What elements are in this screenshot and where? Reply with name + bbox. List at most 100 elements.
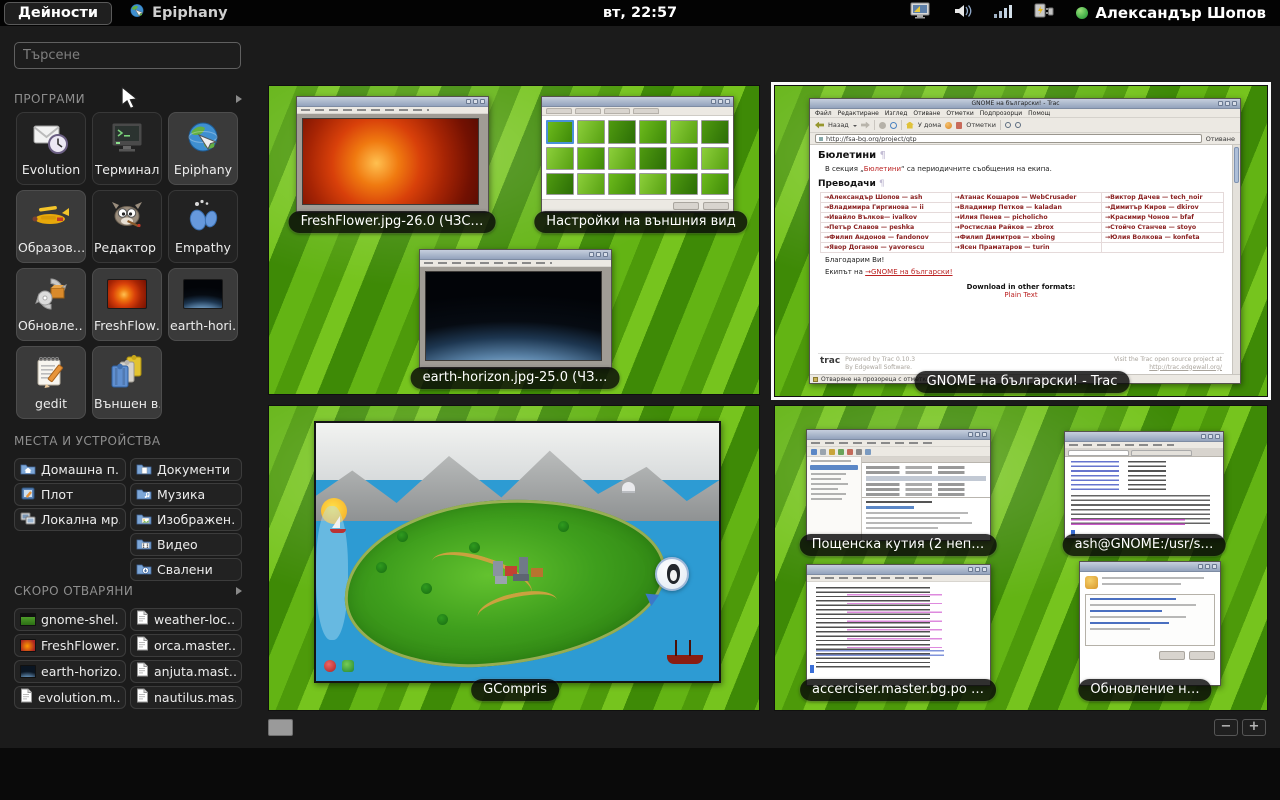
translator-cell[interactable]: →Стойчо Станчев — stoyo <box>1101 223 1223 233</box>
window-gimp-earth-horizon[interactable] <box>419 249 612 369</box>
plain-text-link[interactable]: Plain Text <box>818 291 1224 299</box>
translator-cell[interactable]: →Атанас Кошаров — WebCrusader <box>951 193 1101 203</box>
translator-cell[interactable]: →Александър Шопов — ash <box>821 193 952 203</box>
back-icon[interactable] <box>815 122 824 129</box>
history-icon[interactable] <box>945 122 952 129</box>
app-tile-freshflower[interactable]: FreshFlow… <box>92 268 162 341</box>
window-po-editor[interactable] <box>806 564 991 686</box>
translator-cell[interactable]: →Явор Доганов — yavorescu <box>821 243 952 253</box>
place-item-network[interactable]: Локална мр… <box>14 508 126 531</box>
place-item-videos[interactable]: Видео <box>130 533 242 556</box>
app-tile-terminal[interactable]: Терминал <box>92 112 162 185</box>
back-label[interactable]: Назад <box>828 121 849 129</box>
recent-item[interactable]: earth-horizo… <box>14 660 126 683</box>
window-gcompris[interactable] <box>314 421 721 683</box>
workspace-indicator[interactable] <box>268 719 293 736</box>
app-tile-updates[interactable]: Обновле… <box>16 268 86 341</box>
window-epiphany-trac[interactable]: GNOME на български! - Trac Файл Редактир… <box>809 98 1241 384</box>
network-signal-icon[interactable] <box>994 3 1012 23</box>
recent-item[interactable]: gnome-shel… <box>14 608 126 631</box>
scrollbar-thumb[interactable] <box>1234 147 1239 183</box>
translator-cell[interactable]: →Юлия Волкова — konfeta <box>1101 233 1223 243</box>
bookmarks-label[interactable]: Отметки <box>966 121 996 129</box>
bookmarks-icon[interactable] <box>956 122 962 129</box>
translator-cell[interactable]: →Илия Пенев — picholicho <box>951 213 1101 223</box>
place-item-downloads[interactable]: Свалени <box>130 558 242 581</box>
expand-arrow-icon[interactable] <box>236 95 242 103</box>
app-tile-gedit[interactable]: gedit <box>16 346 86 419</box>
recent-item[interactable]: anjuta.mast… <box>130 660 242 683</box>
app-tile-earth-horizon[interactable]: earth-hori… <box>168 268 238 341</box>
app-tile-evolution[interactable]: Evolution <box>16 112 86 185</box>
display-icon[interactable] <box>910 2 932 24</box>
place-item-pictures[interactable]: Изображен… <box>130 508 242 531</box>
translator-cell[interactable]: →Владимира Гиргинова — ii <box>821 203 952 213</box>
reload-icon[interactable] <box>890 122 897 129</box>
app-tile-epiphany[interactable]: Epiphany <box>168 112 238 185</box>
translator-cell[interactable]: →Ростислав Райков — zbrox <box>951 223 1101 233</box>
workspace-4[interactable]: Пощенска кутия (2 неп… ash@GNOME:/usr/s…… <box>774 405 1268 711</box>
recent-item[interactable]: nautilus.mas… <box>130 686 242 709</box>
app-tile-empathy[interactable]: Empathy <box>168 190 238 263</box>
translator-cell[interactable]: →Красимир Чонов — bfaf <box>1101 213 1223 223</box>
go-button[interactable]: Отиване <box>1206 135 1235 143</box>
zoom-out-icon[interactable] <box>1015 122 1021 128</box>
app-tile-gimp[interactable]: Редактор … <box>92 190 162 263</box>
translator-cell[interactable]: →Виктор Дачев — tech_noir <box>1101 193 1223 203</box>
place-item-music[interactable]: Музика <box>130 483 242 506</box>
zoom-in-icon[interactable] <box>1005 122 1011 128</box>
forward-icon[interactable] <box>861 122 870 129</box>
add-workspace-button[interactable]: + <box>1242 719 1266 736</box>
volume-icon[interactable] <box>953 2 973 24</box>
translator-cell[interactable]: →Владимир Петков — kaladan <box>951 203 1101 213</box>
user-menu[interactable]: Александър Шопов <box>1076 4 1266 22</box>
translator-cell[interactable]: →Филип Димитров — xboing <box>951 233 1101 243</box>
menu-tabs[interactable]: Подпрозорци <box>980 110 1022 117</box>
app-menu-button[interactable]: Epiphany <box>128 2 228 24</box>
workspace-2-active[interactable]: GNOME на български! - Trac Файл Редактир… <box>774 85 1268 397</box>
stop-icon[interactable] <box>879 122 886 129</box>
translator-cell[interactable] <box>1101 243 1223 253</box>
menu-bookmarks[interactable]: Отметки <box>946 110 973 117</box>
scrollbar[interactable] <box>1232 145 1240 374</box>
window-gimp-freshflower[interactable] <box>296 96 489 213</box>
place-item-desktop[interactable]: Плот <box>14 483 126 506</box>
menu-go[interactable]: Отиване <box>913 110 940 117</box>
window-evolution-mail[interactable] <box>806 429 991 541</box>
translator-cell[interactable]: →Ясен Праматаров — turin <box>951 243 1101 253</box>
back-dropdown-icon[interactable] <box>853 125 857 129</box>
search-input[interactable] <box>14 42 241 69</box>
menu-edit[interactable]: Редактиране <box>838 110 879 117</box>
window-terminal[interactable] <box>1064 431 1224 539</box>
home-label[interactable]: У дома <box>918 121 941 129</box>
recent-item[interactable]: FreshFlower… <box>14 634 126 657</box>
team-link[interactable]: →GNOME на български! <box>865 268 952 276</box>
tux-badge[interactable] <box>655 557 689 591</box>
recent-item[interactable]: evolution.m… <box>14 686 126 709</box>
workspace-3[interactable]: GCompris <box>268 405 760 711</box>
activities-button[interactable]: Дейности <box>4 2 112 25</box>
recent-item[interactable]: orca.master.… <box>130 634 242 657</box>
translator-cell[interactable]: →Петър Славов — peshka <box>821 223 952 233</box>
translator-cell[interactable]: →Димитър Киров — dkirov <box>1101 203 1223 213</box>
place-item-home[interactable]: Домашна п… <box>14 458 126 481</box>
recent-item[interactable]: weather-loc… <box>130 608 242 631</box>
menu-help[interactable]: Помощ <box>1028 110 1050 117</box>
translator-cell[interactable]: →Филип Андонов — fandonov <box>821 233 952 243</box>
place-item-documents[interactable]: Документи <box>130 458 242 481</box>
bulletins-link[interactable]: Бюлетини <box>864 165 901 173</box>
window-appearance-settings[interactable] <box>541 96 734 213</box>
url-input[interactable]: http://fsa-bg.org/project/gtp <box>815 134 1202 143</box>
remove-workspace-button[interactable]: − <box>1214 719 1238 736</box>
window-update-manager[interactable] <box>1079 561 1221 686</box>
menu-view[interactable]: Изглед <box>885 110 908 117</box>
edgewall-link[interactable]: http://trac.edgewall.org/ <box>1149 364 1222 371</box>
translator-cell[interactable]: →Ивайло Вълков— ivalkov <box>821 213 952 223</box>
home-icon[interactable] <box>906 122 914 129</box>
app-tile-gcompris[interactable]: Образов… <box>16 190 86 263</box>
workspace-1[interactable]: FreshFlower.jpg-26.0 (ЧЗС… Настройки на … <box>268 85 760 395</box>
app-tile-appearance[interactable]: Външен в… <box>92 346 162 419</box>
expand-arrow-icon[interactable] <box>236 587 242 595</box>
menu-file[interactable]: Файл <box>815 110 832 117</box>
battery-icon[interactable] <box>1033 2 1055 24</box>
